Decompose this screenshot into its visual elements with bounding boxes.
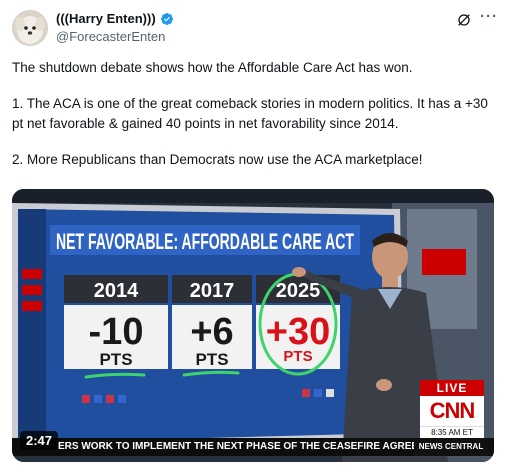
network-name: CNN [429,398,476,423]
board-year-2025: 2025 [276,280,321,302]
board-title: NET FAVORABLE: AFFORDABLE CARE ACT [56,229,354,254]
ticker-headline: ERS WORK TO IMPLEMENT THE NEXT PHASE OF … [58,441,449,452]
cnn-logo-icon: CNN [420,396,484,426]
board-unit-2017: PTS [195,350,228,369]
board-value-2017: +6 [190,311,233,353]
display-name[interactable]: (((Harry Enten))) [56,11,156,26]
tweet-body: The shutdown debate shows how the Afford… [12,58,500,186]
grok-icon[interactable] [456,12,472,28]
board-value-2014: -10 [89,311,144,353]
tweet-header: (((Harry Enten))) @ForecasterEnten ··· [12,8,500,48]
live-label: LIVE [420,380,484,396]
tweet-paragraph: 2. More Republicans than Democrats now u… [12,152,423,167]
verified-badge-icon [160,12,173,25]
board-unit-2014: PTS [99,350,132,369]
avatar[interactable] [12,10,48,46]
handle[interactable]: @ForecasterEnten [56,29,165,44]
board-value-2025: +30 [266,311,330,353]
ticker-section: NEWS CENTRAL [414,438,488,456]
tweet-paragraph: The shutdown debate shows how the Afford… [12,60,413,75]
live-bug: LIVE CNN 8:35 AM ET [420,380,484,438]
tweet-paragraph: 1. The ACA is one of the great comeback … [12,96,488,131]
news-ticker: ERS WORK TO IMPLEMENT THE NEXT PHASE OF … [12,438,494,456]
more-icon[interactable]: ··· [480,8,498,25]
board-unit-2025: PTS [283,348,312,365]
avatar-dog-icon [12,10,48,46]
video-timestamp: 2:47 [20,431,59,450]
board-year-2014: 2014 [94,280,139,302]
broadcast-clock: 8:35 AM ET [420,426,484,438]
board-year-2017: 2017 [190,280,235,302]
